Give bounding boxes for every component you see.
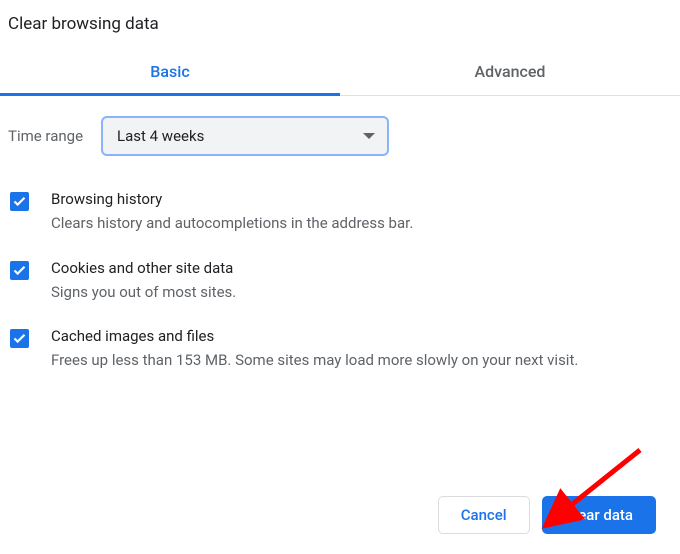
time-range-row: Time range Last 4 weeks — [0, 96, 680, 166]
option-label-cookies[interactable]: Cookies and other site data — [51, 259, 672, 277]
cancel-button[interactable]: Cancel — [438, 496, 530, 534]
clear-data-button[interactable]: Clear data — [542, 496, 656, 534]
option-desc-cookies: Signs you out of most sites. — [51, 281, 672, 304]
option-text: Browsing history Clears history and auto… — [51, 190, 672, 235]
checkbox-cache[interactable] — [10, 329, 29, 348]
dialog-footer: Cancel Clear data — [438, 496, 656, 534]
option-label-history[interactable]: Browsing history — [51, 190, 672, 208]
time-range-label: Time range — [8, 127, 83, 145]
option-text: Cookies and other site data Signs you ou… — [51, 259, 672, 304]
tab-basic[interactable]: Basic — [0, 52, 340, 96]
option-browsing-history: Browsing history Clears history and auto… — [10, 176, 672, 245]
option-cache: Cached images and files Frees up less th… — [10, 313, 672, 382]
chevron-down-icon — [363, 133, 375, 139]
option-desc-cache: Frees up less than 153 MB. Some sites ma… — [51, 349, 672, 372]
option-label-cache[interactable]: Cached images and files — [51, 327, 672, 345]
options-list: Browsing history Clears history and auto… — [0, 166, 680, 382]
checkmark-icon — [12, 331, 27, 346]
time-range-value: Last 4 weeks — [117, 127, 204, 145]
tab-advanced[interactable]: Advanced — [340, 52, 680, 95]
time-range-select[interactable]: Last 4 weeks — [101, 116, 389, 156]
dialog-title: Clear browsing data — [0, 0, 680, 52]
tabs: Basic Advanced — [0, 52, 680, 96]
option-cookies: Cookies and other site data Signs you ou… — [10, 245, 672, 314]
option-desc-history: Clears history and autocompletions in th… — [51, 212, 672, 235]
checkmark-icon — [12, 263, 27, 278]
checkbox-browsing-history[interactable] — [10, 192, 29, 211]
option-text: Cached images and files Frees up less th… — [51, 327, 672, 372]
checkmark-icon — [12, 194, 27, 209]
checkbox-cookies[interactable] — [10, 261, 29, 280]
